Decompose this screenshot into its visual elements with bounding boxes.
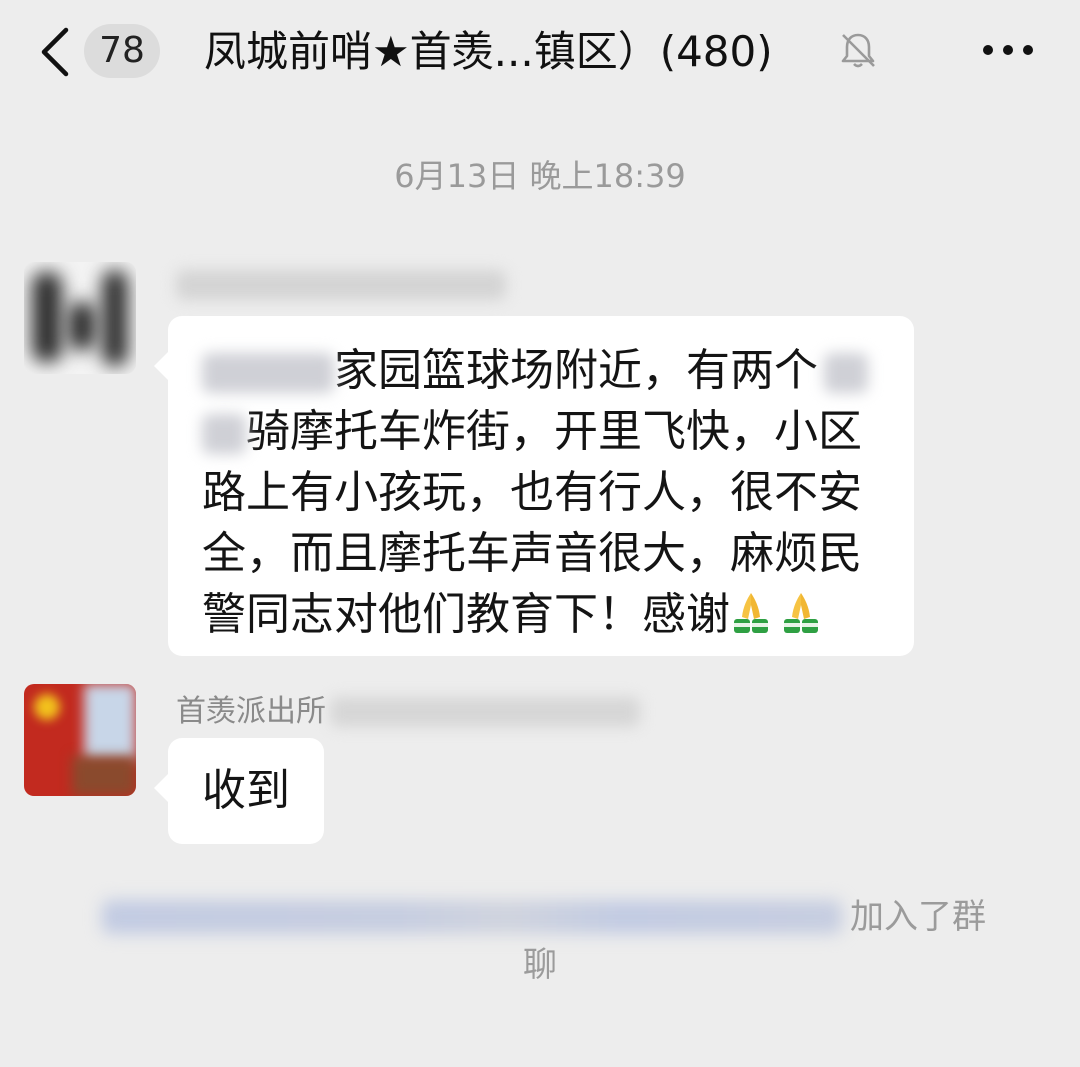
unread-count-badge[interactable]: 78 [84, 24, 160, 78]
bell-off-icon [841, 33, 875, 68]
avatar[interactable] [24, 262, 136, 374]
sender-name-redacted [330, 697, 640, 727]
message-bubble[interactable]: 家园篮球场附近，有两个 骑摩托车炸街，开里飞快，小区 路上有小孩玩，也有行人，很… [154, 316, 914, 656]
chevron-left-icon[interactable] [36, 26, 76, 78]
message-line: 全，而且摩托车声音很大，麻烦民 [202, 528, 862, 579]
redacted-text [202, 414, 246, 454]
more-dots-icon[interactable] [980, 42, 1036, 58]
message-bubble[interactable]: 收到 [154, 738, 324, 844]
redacted-text [202, 353, 334, 393]
avatar[interactable] [24, 684, 136, 796]
system-text: 加入了群 [850, 897, 986, 937]
message-line: 家园篮球场附近，有两个 [202, 340, 868, 402]
folded-hands-icon [734, 593, 768, 633]
chat-title[interactable]: 凤城前哨★首羡...镇区）(480) [204, 22, 834, 82]
message-line: 骑摩托车炸街，开里飞快，小区 [202, 401, 862, 463]
message-line: 路上有小孩玩，也有行人，很不安 [202, 467, 862, 518]
message-text: 警同志对他们教育下！感谢 [202, 589, 730, 640]
system-message: 加入了群 聊 [0, 888, 1080, 988]
redacted-text [102, 900, 842, 934]
message-timestamp: 6月13日 晚上18:39 [394, 157, 686, 195]
folded-hands-icon [784, 593, 818, 633]
message-line: 警同志对他们教育下！感谢 [202, 584, 822, 646]
system-text: 聊 [523, 945, 557, 985]
sender-name-redacted [176, 270, 506, 300]
redacted-text [824, 353, 868, 393]
message-text: 收到 [202, 765, 290, 816]
sender-name: 首羡派出所 [176, 694, 326, 729]
message-text: 家园篮球场附近，有两个 [334, 345, 818, 396]
message-text: 骑摩托车炸街，开里飞快，小区 [246, 406, 862, 457]
chat-header: 78 凤城前哨★首羡...镇区）(480) [0, 0, 1080, 112]
